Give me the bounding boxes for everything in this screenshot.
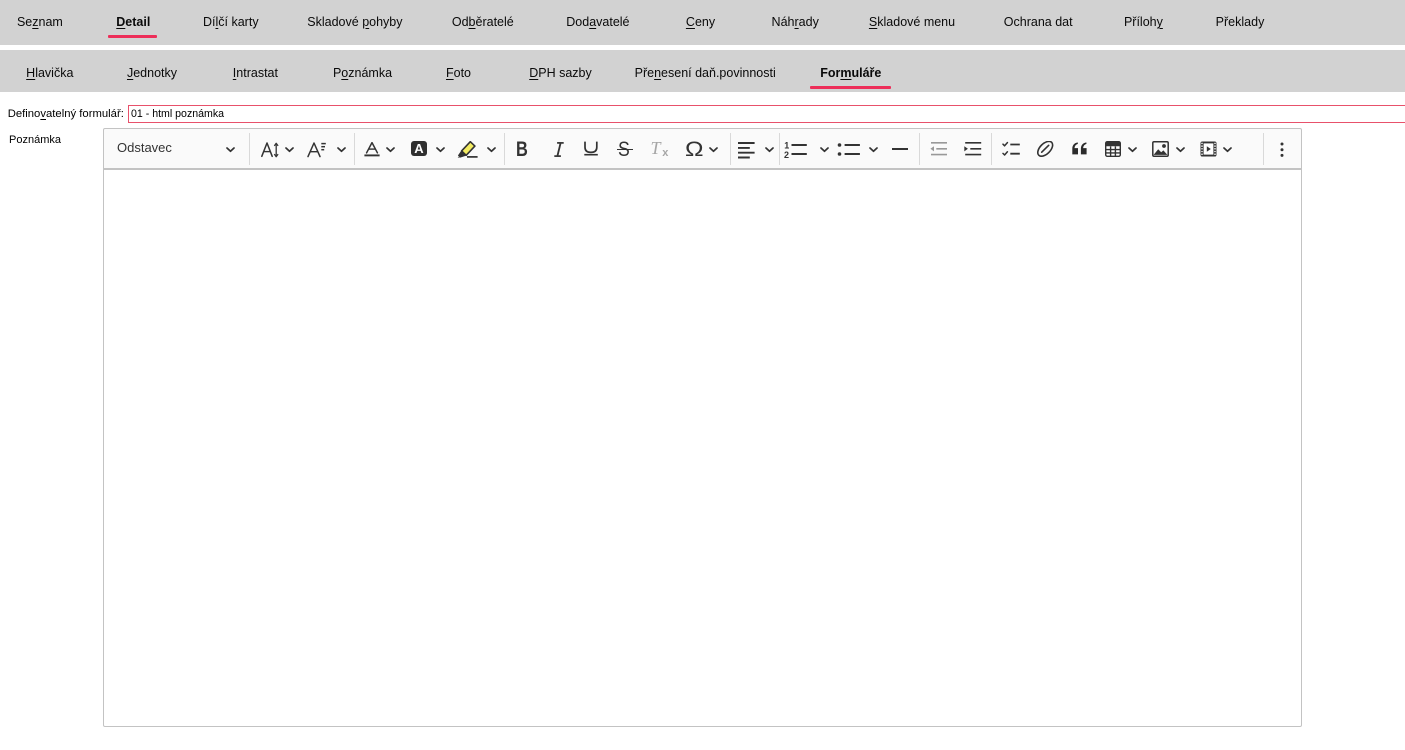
svg-text:1: 1 xyxy=(784,141,789,151)
svg-text:2: 2 xyxy=(784,150,789,159)
